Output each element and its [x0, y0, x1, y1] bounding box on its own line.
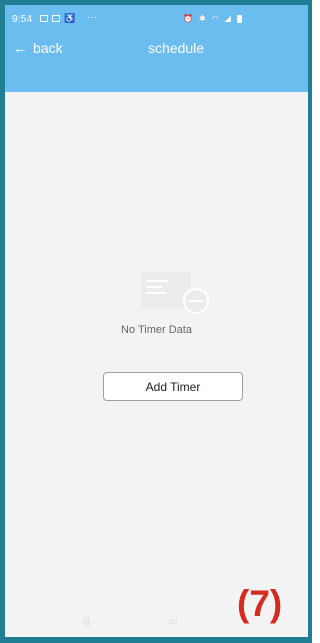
battery-icon: [236, 14, 242, 23]
alarm-icon: ⏰: [183, 14, 193, 23]
step-annotation: (7): [237, 583, 283, 624]
signal-icon: ◢: [224, 14, 231, 23]
back-button[interactable]: ← back: [13, 40, 63, 56]
more-notifications-icon: ···: [87, 12, 97, 23]
home-icon[interactable]: ▭: [169, 616, 178, 627]
status-time: 9:54: [12, 14, 33, 25]
page-title: schedule: [148, 40, 205, 56]
app-screen: 9:54 ♿ ··· ⏰ ✱ ◠ ◢ ← back schedule No Ti…: [0, 0, 312, 643]
image-icon: [40, 15, 48, 22]
image-icon: [52, 15, 60, 22]
back-label: back: [33, 40, 63, 56]
timer-card-icon: [141, 272, 209, 314]
bluetooth-icon: ✱: [198, 14, 206, 23]
wifi-icon: ◠: [211, 14, 219, 23]
status-right-icons: ⏰ ✱ ◠ ◢: [183, 14, 242, 23]
status-left-icons: ♿: [40, 13, 76, 23]
add-timer-button[interactable]: Add Timer: [103, 372, 243, 401]
accessibility-icon: ♿: [64, 13, 76, 23]
empty-state-message: No Timer Data: [121, 324, 192, 336]
recent-apps-icon[interactable]: |||: [83, 616, 90, 626]
status-bar: 9:54 ♿ ··· ⏰ ✱ ◠ ◢: [5, 5, 308, 33]
arrow-left-icon: ←: [13, 39, 28, 57]
app-bar: ← back schedule: [5, 33, 308, 92]
